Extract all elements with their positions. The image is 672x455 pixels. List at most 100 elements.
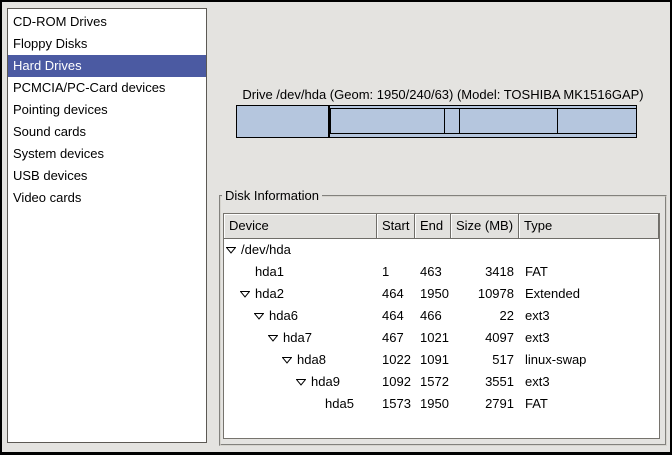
table-row-hda7[interactable]: hda7 46710214097ext3 [224, 327, 659, 349]
device-category-list: CD-ROM DrivesFloppy DisksHard DrivesPCMC… [7, 8, 207, 443]
tree-indent [226, 404, 310, 405]
size-cell: 3551 [451, 371, 519, 393]
tree-indent [226, 338, 268, 339]
partition-segment-hda5 [558, 109, 636, 133]
size-cell: 3418 [451, 261, 519, 283]
column-header-device[interactable]: Device [224, 214, 377, 239]
type-cell [519, 239, 659, 261]
table-row-hda2[interactable]: hda2 464195010978Extended [224, 283, 659, 305]
device-label: hda6 [269, 305, 298, 327]
column-header-end[interactable]: End [415, 214, 451, 239]
device-label: hda5 [325, 393, 354, 415]
table-row-hda5[interactable]: hda5 157319502791FAT [224, 393, 659, 415]
sidebar-item-video-cards[interactable]: Video cards [8, 187, 206, 209]
table-row-hda8[interactable]: hda8 10221091517linux-swap [224, 349, 659, 371]
disk-information-groupbox: Disk Information DeviceStartEndSize (MB)… [219, 195, 667, 446]
device-label: hda8 [297, 349, 326, 371]
hardware-browser-window: CD-ROM DrivesFloppy DisksHard DrivesPCMC… [0, 0, 672, 455]
sidebar-item-hard-drives[interactable]: Hard Drives [8, 55, 206, 77]
tree-indent [226, 382, 296, 383]
end-cell: 1572 [415, 371, 451, 393]
expander-triangle-icon[interactable] [296, 371, 311, 393]
type-cell: ext3 [519, 327, 659, 349]
start-cell: 467 [377, 327, 415, 349]
sidebar-item-sound-cards[interactable]: Sound cards [8, 121, 206, 143]
size-cell: 2791 [451, 393, 519, 415]
type-cell: Extended [519, 283, 659, 305]
type-cell: FAT [519, 261, 659, 283]
device-cell: /dev/hda [224, 239, 377, 261]
column-header-start[interactable]: Start [377, 214, 415, 239]
expander-placeholder [240, 261, 255, 283]
device-label: hda1 [255, 261, 284, 283]
sidebar-item-system-devices[interactable]: System devices [8, 143, 206, 165]
device-cell: hda5 [224, 393, 377, 415]
sidebar-item-floppy-disks[interactable]: Floppy Disks [8, 33, 206, 55]
tree-indent [226, 360, 282, 361]
device-label: hda7 [283, 327, 312, 349]
device-label: /dev/hda [241, 239, 291, 261]
tree-indent [226, 272, 240, 273]
type-cell: linux-swap [519, 349, 659, 371]
table-row-hda6[interactable]: hda6 46446622ext3 [224, 305, 659, 327]
start-cell: 464 [377, 283, 415, 305]
expander-triangle-icon[interactable] [254, 305, 269, 327]
start-cell [377, 239, 415, 261]
disk-table-body: /dev/hdahda114633418FAThda2464195010978E… [224, 239, 659, 415]
expander-triangle-icon[interactable] [268, 327, 283, 349]
end-cell: 463 [415, 261, 451, 283]
device-cell: hda7 [224, 327, 377, 349]
partition-segment-hda8 [445, 109, 459, 133]
table-row-hda1[interactable]: hda1 14633418FAT [224, 261, 659, 283]
size-cell: 4097 [451, 327, 519, 349]
sidebar-item-usb-devices[interactable]: USB devices [8, 165, 206, 187]
partition-segment-hda1 [237, 106, 330, 137]
end-cell: 1950 [415, 283, 451, 305]
partition-segment-hda2-extended [330, 106, 636, 137]
type-cell: ext3 [519, 305, 659, 327]
disk-table: DeviceStartEndSize (MB)Type /dev/hdahda1… [223, 213, 660, 439]
groupbox-label: Disk Information [222, 188, 322, 204]
start-cell: 1 [377, 261, 415, 283]
size-cell [451, 239, 519, 261]
size-cell: 10978 [451, 283, 519, 305]
start-cell: 464 [377, 305, 415, 327]
sidebar-item-pointing-devices[interactable]: Pointing devices [8, 99, 206, 121]
device-cell: hda8 [224, 349, 377, 371]
device-label: hda2 [255, 283, 284, 305]
type-cell: FAT [519, 393, 659, 415]
end-cell: 1091 [415, 349, 451, 371]
device-cell: hda1 [224, 261, 377, 283]
disk-table-header: DeviceStartEndSize (MB)Type [224, 214, 659, 239]
expander-triangle-icon[interactable] [240, 283, 255, 305]
device-cell: hda6 [224, 305, 377, 327]
expander-triangle-icon[interactable] [226, 239, 241, 261]
table-row-dev-hda[interactable]: /dev/hda [224, 239, 659, 261]
expander-placeholder [310, 393, 325, 415]
start-cell: 1022 [377, 349, 415, 371]
extended-partition-area [330, 108, 636, 134]
sidebar-item-pcmcia-pc-card-devices[interactable]: PCMCIA/PC-Card devices [8, 77, 206, 99]
end-cell [415, 239, 451, 261]
type-cell: ext3 [519, 371, 659, 393]
size-cell: 22 [451, 305, 519, 327]
partition-bar [236, 105, 637, 138]
device-cell: hda9 [224, 371, 377, 393]
device-label: hda9 [311, 371, 340, 393]
end-cell: 1950 [415, 393, 451, 415]
partition-segment-hda7 [331, 109, 445, 133]
table-row-hda9[interactable]: hda9 109215723551ext3 [224, 371, 659, 393]
expander-triangle-icon[interactable] [282, 349, 297, 371]
partition-segment-hda9 [460, 109, 559, 133]
tree-indent [226, 316, 254, 317]
end-cell: 466 [415, 305, 451, 327]
column-header-size-mb[interactable]: Size (MB) [451, 214, 519, 239]
start-cell: 1092 [377, 371, 415, 393]
sidebar-item-cd-rom-drives[interactable]: CD-ROM Drives [8, 11, 206, 33]
tree-indent [226, 294, 240, 295]
drive-title: Drive /dev/hda (Geom: 1950/240/63) (Mode… [220, 87, 666, 102]
end-cell: 1021 [415, 327, 451, 349]
size-cell: 517 [451, 349, 519, 371]
start-cell: 1573 [377, 393, 415, 415]
column-header-type[interactable]: Type [519, 214, 659, 239]
